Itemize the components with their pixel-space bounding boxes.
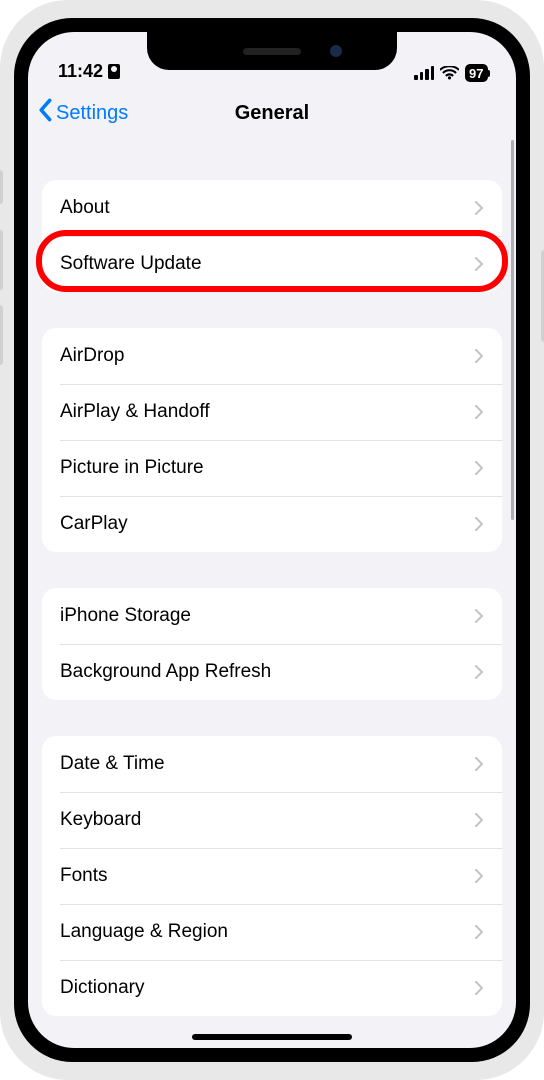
settings-row-software-update[interactable]: Software Update (42, 236, 502, 292)
settings-row-iphone-storage[interactable]: iPhone Storage (42, 588, 502, 644)
settings-row-fonts[interactable]: Fonts (42, 848, 502, 904)
settings-row-picture-in-picture[interactable]: Picture in Picture (42, 440, 502, 496)
settings-group: AirDrop AirPlay & Handoff Picture in Pictu… (42, 328, 502, 552)
settings-list[interactable]: About Software Update AirDrop AirPlay & Han… (28, 140, 516, 1048)
settings-row-keyboard[interactable]: Keyboard (42, 792, 502, 848)
row-label: AirDrop (60, 345, 124, 367)
settings-row-dictionary[interactable]: Dictionary (42, 960, 502, 1016)
settings-row-background-app-refresh[interactable]: Background App Refresh (42, 644, 502, 700)
chevron-right-icon (474, 812, 484, 828)
row-label: Software Update (60, 253, 202, 275)
wifi-icon (440, 66, 459, 80)
row-label: Background App Refresh (60, 661, 271, 683)
home-indicator[interactable] (192, 1034, 352, 1040)
chevron-right-icon (474, 980, 484, 996)
volume-up-button (0, 230, 3, 290)
battery-indicator: 97 (465, 64, 490, 82)
nav-header: Settings General (28, 86, 516, 140)
chevron-right-icon (474, 256, 484, 272)
settings-row-about[interactable]: About (42, 180, 502, 236)
row-label: About (60, 197, 110, 219)
settings-row-carplay[interactable]: CarPlay (42, 496, 502, 552)
row-label: Fonts (60, 865, 108, 887)
chevron-right-icon (474, 200, 484, 216)
back-button[interactable]: Settings (38, 98, 128, 128)
row-label: Dictionary (60, 977, 144, 999)
cellular-signal-icon (414, 66, 434, 80)
silence-switch (0, 170, 3, 204)
row-label: Date & Time (60, 753, 165, 775)
chevron-right-icon (474, 868, 484, 884)
speaker-grille (243, 48, 301, 55)
settings-group: Date & Time Keyboard Fonts Language & Regio… (42, 736, 502, 1016)
row-label: AirPlay & Handoff (60, 401, 210, 423)
status-time: 11:42 (58, 61, 103, 82)
device-bezel: 11:42 97 (14, 18, 530, 1062)
status-left: 11:42 (58, 61, 120, 82)
row-label: CarPlay (60, 513, 128, 535)
row-label: Picture in Picture (60, 457, 204, 479)
chevron-right-icon (474, 404, 484, 420)
sim-icon (108, 64, 120, 79)
row-label: iPhone Storage (60, 605, 191, 627)
chevron-right-icon (474, 664, 484, 680)
settings-row-date-time[interactable]: Date & Time (42, 736, 502, 792)
battery-percent: 97 (469, 66, 483, 81)
settings-row-language-region[interactable]: Language & Region (42, 904, 502, 960)
chevron-right-icon (474, 756, 484, 772)
row-label: Keyboard (60, 809, 141, 831)
scroll-indicator (511, 140, 514, 520)
chevron-right-icon (474, 460, 484, 476)
page-title: General (235, 102, 309, 125)
screen: 11:42 97 (28, 32, 516, 1048)
settings-row-airdrop[interactable]: AirDrop (42, 328, 502, 384)
back-label: Settings (56, 102, 128, 125)
chevron-left-icon (38, 98, 54, 128)
volume-down-button (0, 305, 3, 365)
notch (147, 32, 397, 70)
settings-group: About Software Update (42, 180, 502, 292)
device-frame: 11:42 97 (0, 0, 544, 1080)
settings-row-airplay-handoff[interactable]: AirPlay & Handoff (42, 384, 502, 440)
chevron-right-icon (474, 348, 484, 364)
chevron-right-icon (474, 516, 484, 532)
front-camera (330, 45, 342, 57)
row-label: Language & Region (60, 921, 228, 943)
settings-group: iPhone Storage Background App Refresh (42, 588, 502, 700)
status-right: 97 (414, 64, 490, 82)
chevron-right-icon (474, 608, 484, 624)
chevron-right-icon (474, 924, 484, 940)
